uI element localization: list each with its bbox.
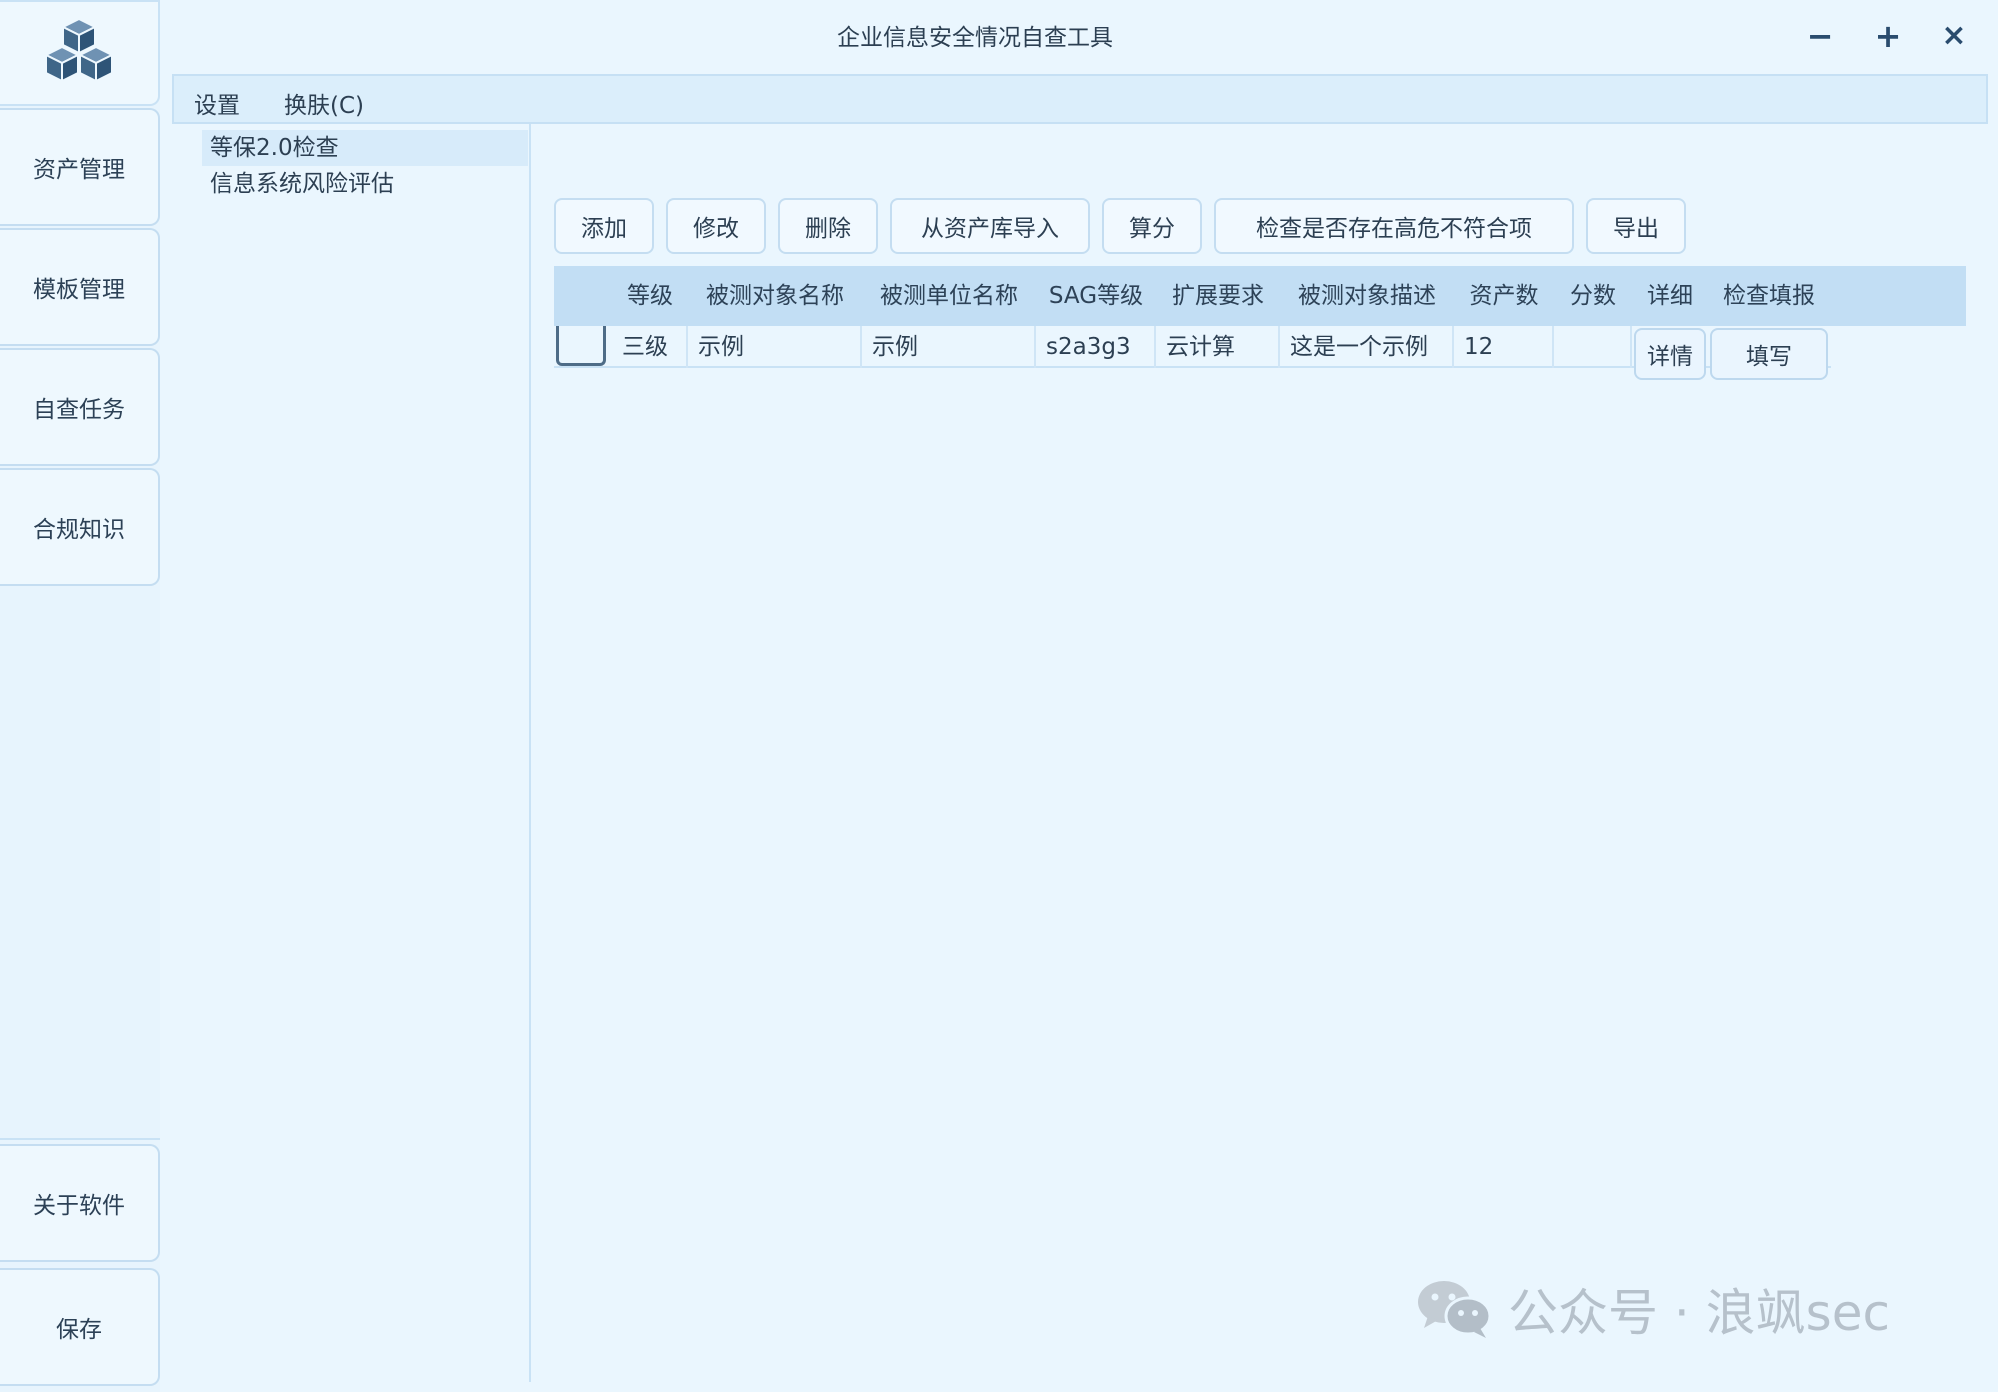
tree-item-risk-assessment[interactable]: 信息系统风险评估: [202, 166, 528, 202]
delete-button[interactable]: 删除: [778, 198, 878, 254]
row-checkbox[interactable]: [556, 326, 606, 366]
column-header-description[interactable]: 被测对象描述: [1280, 266, 1454, 326]
cell-asset-count: 12: [1454, 326, 1554, 368]
menu-bar: 设置 换肤(C): [172, 74, 1988, 124]
cell-object-name: 示例: [688, 326, 862, 368]
window-title: 企业信息安全情况自查工具: [837, 25, 1113, 51]
cell-unit-name: 示例: [862, 326, 1036, 368]
add-button[interactable]: 添加: [554, 198, 654, 254]
tree-panel-divider: [529, 124, 531, 1382]
column-header-fill-report[interactable]: 检查填报: [1708, 266, 1830, 326]
column-header-level[interactable]: 等级: [612, 266, 688, 326]
nav-save[interactable]: 保存: [0, 1268, 160, 1386]
maximize-icon[interactable]: +: [1868, 14, 1908, 58]
tree-item-djcp-check[interactable]: 等保2.0检查: [202, 130, 528, 166]
nav-about-software[interactable]: 关于软件: [0, 1144, 160, 1262]
column-header-asset-count[interactable]: 资产数: [1454, 266, 1554, 326]
nav-divider: [0, 1138, 160, 1140]
column-header-sag-level[interactable]: SAG等级: [1036, 266, 1156, 326]
column-header-score[interactable]: 分数: [1554, 266, 1632, 326]
cubes-logo-icon: [43, 17, 115, 83]
menu-settings[interactable]: 设置: [194, 86, 240, 119]
column-header-detail[interactable]: 详细: [1632, 266, 1708, 326]
column-header-object-name[interactable]: 被测对象名称: [688, 266, 862, 326]
nav-asset-management[interactable]: 资产管理: [0, 108, 160, 226]
nav-template-management[interactable]: 模板管理: [0, 228, 160, 346]
export-button[interactable]: 导出: [1586, 198, 1686, 254]
left-navigation: 资产管理 模板管理 自查任务 合规知识 关于软件 保存: [0, 0, 160, 1392]
nav-compliance-knowledge[interactable]: 合规知识: [0, 468, 160, 586]
wechat-icon: [1418, 1281, 1492, 1338]
watermark-text: 公众号 · 浪飒sec: [1508, 1284, 1890, 1342]
check-high-risk-button[interactable]: 检查是否存在高危不符合项: [1214, 198, 1574, 254]
edit-button[interactable]: 修改: [666, 198, 766, 254]
cell-sag-level: s2a3g3: [1036, 326, 1156, 368]
cell-score: [1554, 326, 1632, 368]
menu-change-skin[interactable]: 换肤(C): [284, 86, 364, 119]
nav-self-check-tasks[interactable]: 自查任务: [0, 348, 160, 466]
column-header-unit-name[interactable]: 被测单位名称: [862, 266, 1036, 326]
row-detail-button[interactable]: 详情: [1634, 328, 1706, 380]
cell-description: 这是一个示例: [1280, 326, 1454, 368]
watermark: 公众号 · 浪飒sec: [1414, 1274, 1974, 1344]
import-from-asset-library-button[interactable]: 从资产库导入: [890, 198, 1090, 254]
app-logo: [0, 0, 160, 106]
cell-extension: 云计算: [1156, 326, 1280, 368]
row-fill-button[interactable]: 填写: [1710, 328, 1828, 380]
column-header-extension[interactable]: 扩展要求: [1156, 266, 1280, 326]
calculate-score-button[interactable]: 算分: [1102, 198, 1202, 254]
minimize-icon[interactable]: −: [1800, 14, 1840, 58]
close-icon[interactable]: ×: [1934, 14, 1974, 58]
table-header: 等级 被测对象名称 被测单位名称 SAG等级 扩展要求 被测对象描述 资产数 分…: [554, 266, 1966, 326]
cell-level: 三级: [612, 326, 688, 368]
